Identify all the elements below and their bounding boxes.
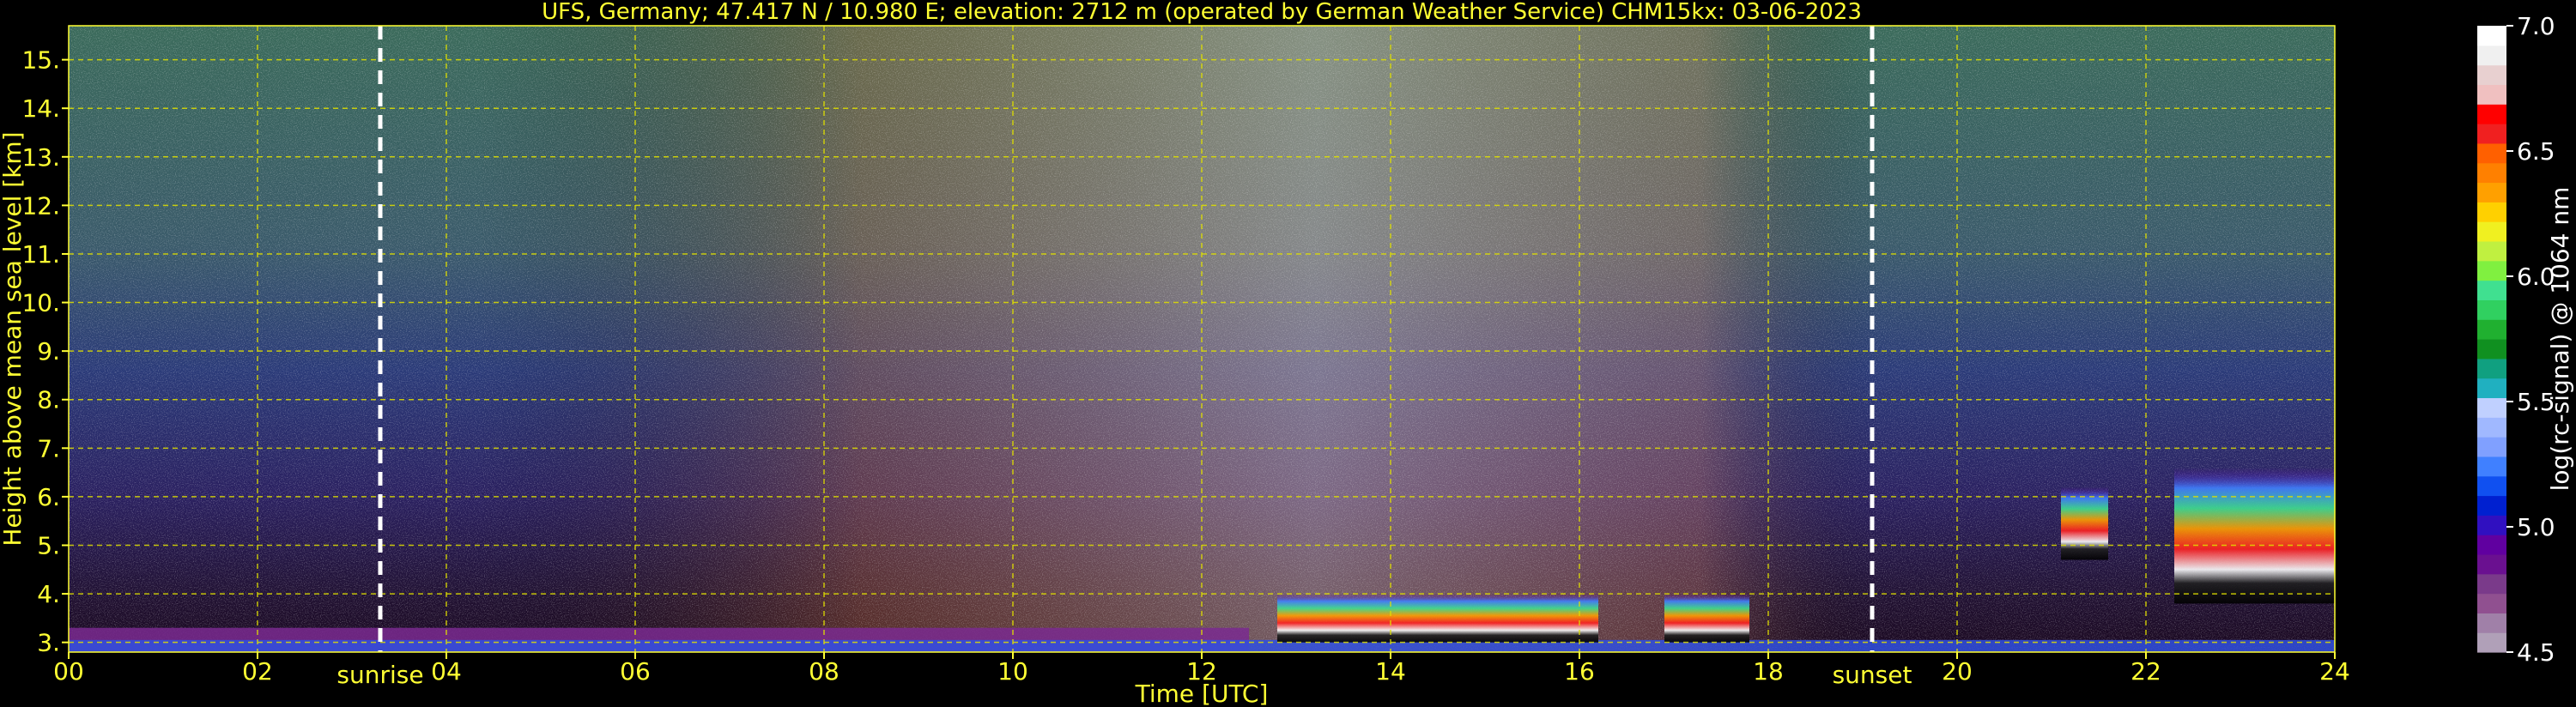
colorbar-segment bbox=[2477, 397, 2506, 418]
colorbar-segment bbox=[2477, 456, 2506, 477]
y-tick-label: 4. bbox=[37, 580, 60, 608]
y-tick-label: 13. bbox=[21, 143, 60, 172]
ceilometer-figure: sunrise sunset 00 02 04 06 08 10 12 14 16 18 20 22 24… bbox=[0, 0, 2576, 707]
colorbar-segment bbox=[2477, 475, 2506, 497]
y-tick-label: 12. bbox=[21, 191, 60, 220]
x-tick-label: 16 bbox=[1564, 657, 1595, 686]
colorbar-segment bbox=[2477, 339, 2506, 360]
y-tick-label: 8. bbox=[37, 386, 60, 414]
colorbar-segment bbox=[2477, 417, 2506, 438]
colorbar-segment bbox=[2477, 593, 2506, 613]
colorbar-label: log(rc-signal) @ 1064 nm bbox=[2546, 187, 2574, 492]
x-tick-label: 10 bbox=[997, 657, 1028, 686]
y-tick-label: 14. bbox=[21, 94, 60, 123]
colorbar-segment bbox=[2477, 240, 2506, 262]
colorbar-tick-label: 5.0 bbox=[2517, 513, 2555, 541]
y-tick-label: 10. bbox=[21, 289, 60, 317]
x-tick-label: 00 bbox=[53, 657, 84, 686]
annotation-label: sunrise bbox=[336, 661, 423, 689]
colorbar-segment bbox=[2477, 162, 2506, 184]
colorbar-segment bbox=[2477, 632, 2506, 653]
cloud-layer bbox=[2174, 467, 2335, 604]
y-tick-label: 5. bbox=[37, 532, 60, 560]
colorbar-segment bbox=[2477, 104, 2506, 124]
x-axis-label: Time [UTC] bbox=[1135, 680, 1269, 707]
colorbar-segment bbox=[2477, 202, 2506, 222]
colorbar-tick-label: 7.0 bbox=[2517, 12, 2555, 40]
chart-title: UFS, Germany; 47.417 N / 10.980 E; eleva… bbox=[542, 0, 1862, 25]
colorbar-segment bbox=[2477, 319, 2506, 340]
colorbar-segment bbox=[2477, 299, 2506, 320]
y-tick-label: 6. bbox=[37, 483, 60, 511]
colorbar-segment bbox=[2477, 495, 2506, 516]
colorbar-segment bbox=[2477, 142, 2506, 164]
x-tick-label: 04 bbox=[431, 657, 462, 686]
x-tick-label: 06 bbox=[620, 657, 651, 686]
colorbar-segment bbox=[2477, 182, 2506, 202]
cloud-layer bbox=[2061, 486, 2108, 560]
y-tick-label: 15. bbox=[21, 46, 60, 75]
x-tick-label: 24 bbox=[2319, 657, 2350, 686]
colorbar-segment bbox=[2477, 124, 2506, 144]
colorbar-segment bbox=[2477, 260, 2506, 281]
colorbar-segment bbox=[2477, 515, 2506, 535]
colorbar-segment bbox=[2477, 535, 2506, 555]
y-tick-label: 9. bbox=[37, 337, 60, 366]
colorbar-tick-label: 6.5 bbox=[2517, 137, 2555, 166]
colorbar-segment bbox=[2477, 378, 2506, 399]
x-tick-label: 14 bbox=[1375, 657, 1406, 686]
colorbar-tick-label: 4.5 bbox=[2517, 638, 2555, 667]
annotation-label: sunset bbox=[1833, 661, 1912, 689]
colorbar-segment bbox=[2477, 553, 2506, 575]
x-tick-label: 22 bbox=[2131, 657, 2161, 686]
y-tick-label: 11. bbox=[21, 240, 60, 269]
y-tick-label: 3. bbox=[37, 629, 60, 657]
cloud-layer bbox=[1277, 594, 1598, 643]
x-tick-label: 18 bbox=[1753, 657, 1784, 686]
colorbar-segment bbox=[2477, 358, 2506, 379]
y-tick-label: 7. bbox=[37, 434, 60, 462]
colorbar-segment bbox=[2477, 221, 2506, 242]
colorbar-segment bbox=[2477, 26, 2506, 46]
colorbar-segment bbox=[2477, 573, 2506, 595]
colorbar-segment bbox=[2477, 84, 2506, 105]
x-tick-label: 08 bbox=[809, 657, 839, 686]
colorbar-segment bbox=[2477, 613, 2506, 633]
colorbar-segment bbox=[2477, 45, 2506, 66]
cloud-layer bbox=[1664, 594, 1749, 643]
colorbar-segment bbox=[2477, 64, 2506, 86]
x-tick-label: 20 bbox=[1942, 657, 1973, 686]
colorbar-segment bbox=[2477, 437, 2506, 457]
y-axis-label: Height above mean sea level [km] bbox=[0, 131, 27, 546]
colorbar-segment bbox=[2477, 280, 2506, 300]
x-tick-label: 02 bbox=[242, 657, 273, 686]
